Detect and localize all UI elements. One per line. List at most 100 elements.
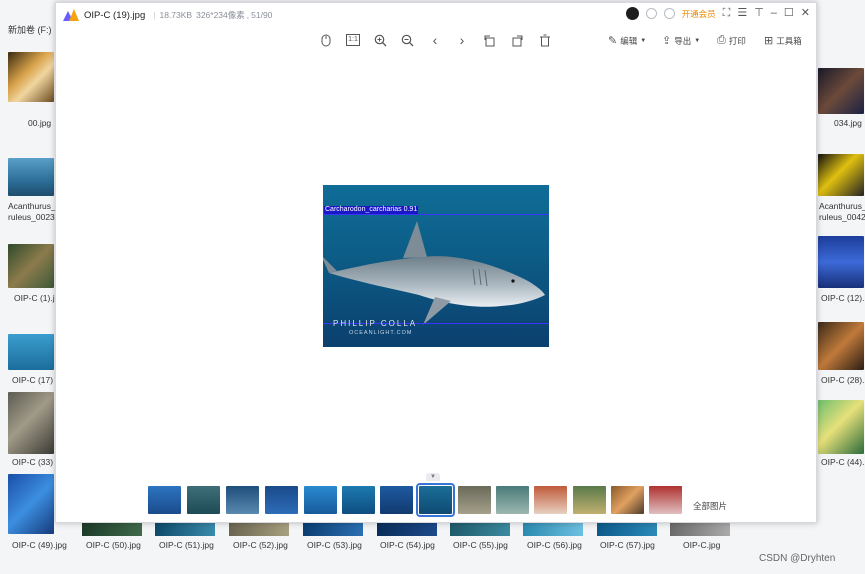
export-menu-button[interactable]: ⇪ 导出 ▼: [662, 34, 700, 47]
actual-size-label: 1:1: [346, 34, 360, 46]
user-avatar[interactable]: [625, 7, 639, 20]
file-name: OIP-C (12).: [821, 293, 865, 303]
file-thumbnail: [8, 244, 54, 288]
file-tile[interactable]: [8, 392, 54, 454]
filmstrip-thumbnail[interactable]: [534, 486, 567, 514]
maximize-icon[interactable]: ☐: [784, 8, 794, 19]
file-tile[interactable]: [818, 322, 864, 382]
print-label: 打印: [728, 35, 746, 46]
shield-icon[interactable]: [663, 8, 675, 19]
printer-icon: ⎙: [717, 34, 726, 46]
image-dimensions[interactable]: 326*234像素: [196, 9, 245, 21]
grid-icon: ⊞: [764, 35, 774, 47]
file-name: OIP-C (49).jpg: [12, 540, 67, 550]
zoom-out-icon[interactable]: [399, 32, 415, 48]
file-thumbnail: [818, 154, 864, 196]
file-name: OIP-C (50).jpg: [86, 540, 141, 550]
chevron-down-icon: ▼: [640, 37, 647, 44]
title-separator: |: [153, 10, 156, 20]
file-name: OIP-C.jpg: [683, 540, 721, 550]
file-thumbnail[interactable]: [303, 523, 363, 536]
close-icon[interactable]: ✕: [801, 8, 810, 19]
rotate-left-icon[interactable]: [481, 32, 497, 48]
previous-image-icon[interactable]: ‹: [427, 32, 443, 48]
file-tile[interactable]: [818, 400, 864, 460]
menu-icon[interactable]: ☰: [737, 8, 747, 19]
file-thumbnail: [8, 474, 54, 534]
file-tile[interactable]: [8, 52, 54, 112]
file-name-title: OIP-C (19).jpg: [84, 9, 146, 21]
screen: { "explorer": { "drive_label": "新加卷 (F:)…: [0, 0, 865, 574]
title-bar: OIP-C (19).jpg | 18.73KB 326*234像素 , 51/…: [56, 3, 816, 27]
file-thumbnail: [818, 68, 864, 114]
drive-label: 新加卷 (F:): [8, 25, 52, 35]
settings-gear-icon[interactable]: [645, 8, 657, 19]
edit-label: 编辑: [620, 35, 638, 46]
app-logo-icon: [63, 8, 79, 22]
filmstrip-collapse-handle[interactable]: ▼: [426, 473, 440, 481]
filmstrip-thumbnail[interactable]: [380, 486, 413, 514]
file-thumbnail: [8, 392, 54, 454]
file-tile[interactable]: [8, 334, 54, 394]
delete-icon[interactable]: [537, 32, 553, 48]
file-thumbnail: [8, 52, 54, 102]
file-name: OIP-C (53).jpg: [307, 540, 362, 550]
next-image-icon[interactable]: ›: [454, 32, 470, 48]
edit-menu-button[interactable]: ✎ 编辑 ▼: [608, 34, 646, 47]
filmstrip-thumbnail[interactable]: [265, 486, 298, 514]
file-name: OIP-C (1).j: [14, 293, 55, 303]
filmstrip-thumbnail[interactable]: [649, 486, 682, 514]
filmstrip-thumbnail[interactable]: [304, 486, 337, 514]
file-size[interactable]: 18.73KB: [159, 10, 192, 20]
title-bar-controls: 开通会员 ⛶ ☰ ⊤ – ☐ ✕: [625, 7, 810, 20]
zoom-in-icon[interactable]: [372, 32, 388, 48]
actual-size-button[interactable]: 1:1: [345, 32, 361, 48]
fullscreen-icon[interactable]: ⛶: [723, 8, 731, 19]
file-thumbnail[interactable]: [523, 523, 583, 536]
main-image[interactable]: Carcharodon_carcharias 0.91 PHILLIP COLL…: [323, 185, 549, 347]
file-name: ruleus_0042: [819, 212, 865, 222]
file-thumbnail[interactable]: [597, 523, 657, 536]
mouse-mode-icon[interactable]: [318, 32, 334, 48]
filmstrip-thumbnail[interactable]: [187, 486, 220, 514]
file-name: Acanthurus_: [8, 201, 56, 211]
file-thumbnail: [8, 158, 54, 196]
filmstrip-thumbnail[interactable]: [611, 486, 644, 514]
minimize-icon[interactable]: –: [771, 8, 777, 19]
image-position: 51/90: [251, 10, 273, 20]
toolbar: 1:1 ‹ › ✎ 编辑 ▼ ⇪ 导出 ▼ ⎙ 打印 ⊞ 工具箱: [56, 29, 816, 53]
filmstrip-thumbnail[interactable]: [496, 486, 529, 514]
file-thumbnail[interactable]: [155, 523, 215, 536]
filmstrip-thumbnail[interactable]: [148, 486, 181, 514]
photo-credit: PHILLIP COLLA: [333, 319, 418, 328]
filmstrip-thumbnail-selected[interactable]: [416, 483, 455, 517]
file-thumbnail[interactable]: [670, 523, 730, 536]
file-thumbnail[interactable]: [377, 523, 437, 536]
pin-icon[interactable]: ⊤: [754, 8, 764, 19]
filmstrip-thumbnail[interactable]: [458, 486, 491, 514]
edit-icon: ✎: [608, 35, 618, 47]
file-tile[interactable]: [818, 236, 864, 296]
chevron-down-icon: ▼: [694, 37, 701, 44]
export-icon: ⇪: [662, 35, 672, 47]
detection-label: Carcharodon_carcharias 0.91: [324, 206, 419, 214]
all-pictures-link[interactable]: 全部图片: [693, 500, 727, 512]
filmstrip-thumbnail[interactable]: [226, 486, 259, 514]
toolbox-button[interactable]: ⊞ 工具箱: [764, 34, 802, 47]
filmstrip-thumbnail[interactable]: [573, 486, 606, 514]
filmstrip-thumbnail[interactable]: [342, 486, 375, 514]
file-thumbnail[interactable]: [82, 523, 142, 536]
rotate-right-icon[interactable]: [509, 32, 525, 48]
file-name: Acanthurus_: [819, 201, 865, 211]
toolbox-label: 工具箱: [776, 35, 802, 46]
file-thumbnail[interactable]: [229, 523, 289, 536]
file-name: 00.jpg: [28, 118, 52, 128]
file-name: OIP-C (54).jpg: [380, 540, 435, 550]
file-name: OIP-C (52).jpg: [233, 540, 288, 550]
vip-link[interactable]: 开通会员: [682, 8, 716, 20]
print-button[interactable]: ⎙ 打印: [717, 34, 746, 47]
file-thumbnail[interactable]: [450, 523, 510, 536]
file-thumbnail: [818, 400, 864, 454]
file-name: ruleus_0023: [8, 212, 55, 222]
file-tile[interactable]: [8, 474, 54, 534]
